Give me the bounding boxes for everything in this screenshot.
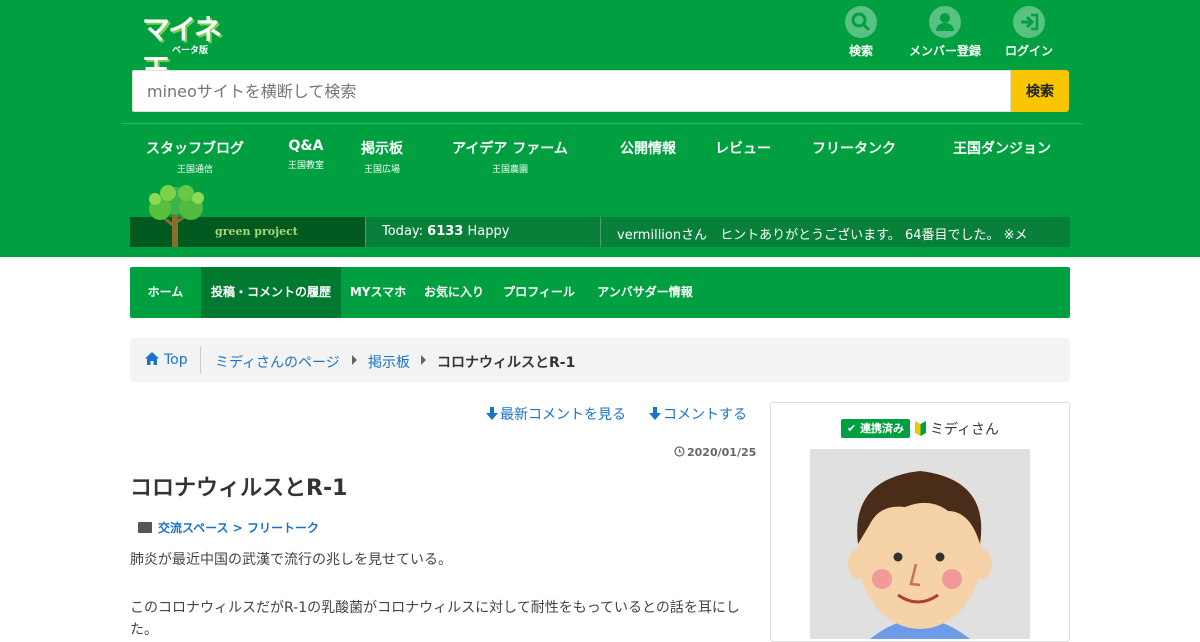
nav-board[interactable]: 掲示板 王国広場 <box>352 138 412 175</box>
profile-username[interactable]: ミディさん <box>930 419 999 439</box>
post-body-line: このコロナウィルスだがR-1の乳酸菌がコロナウィルスに対して耐性をもっているとの… <box>130 600 740 616</box>
nav-review[interactable]: レビュー <box>707 138 779 158</box>
linked-badge-label: 連携済み <box>860 422 905 435</box>
mineo-logo[interactable]: マイネ王 ベータ版 <box>140 8 240 86</box>
breadcrumb-board[interactable]: 掲示板 <box>368 352 410 372</box>
nav-idea-farm[interactable]: アイデア ファーム 王国農園 <box>440 138 580 175</box>
nav-title: スタッフブログ <box>146 141 244 157</box>
arrow-down-icon <box>486 407 498 424</box>
nav-free-tank[interactable]: フリータンク <box>804 138 904 158</box>
breadcrumb-current: コロナウィルスとR-1 <box>437 355 576 371</box>
header-login-button[interactable]: ログイン <box>984 6 1074 59</box>
nav-title: 王国ダンジョン <box>953 141 1051 157</box>
nav-dungeon[interactable]: 王国ダンジョン <box>944 138 1060 158</box>
nav-subtitle: 王国教室 <box>287 161 324 171</box>
site-search-button[interactable]: 検索 <box>1011 70 1069 112</box>
nav-subtitle: 王国通信 <box>176 165 213 175</box>
chevron-right-icon <box>421 355 426 365</box>
profile-card: ✔ 連携済み ミディさん <box>770 402 1070 642</box>
nav-title: レビュー <box>715 141 771 157</box>
breadcrumb: Top ミディさんのページ 掲示板 コロナウィルスとR-1 <box>130 338 1070 382</box>
post-body-line: 肺炎が最近中国の武漢で流行の兆しを見せている。 <box>130 552 452 568</box>
user-icon <box>929 6 961 38</box>
arrow-down-icon <box>649 407 661 424</box>
subnav-my-smartphone[interactable]: MYスマホ <box>341 267 415 318</box>
comment-label: コメントする <box>663 407 747 423</box>
nav-subtitle: 王国広場 <box>363 165 400 175</box>
nav-staff-blog[interactable]: スタッフブログ 王国通信 <box>138 138 252 175</box>
nav-title: フリータンク <box>812 141 896 157</box>
today-suffix: Happy <box>467 224 510 239</box>
linked-icon: ✔ <box>847 422 857 435</box>
header-search-label: 検索 <box>848 44 873 58</box>
breadcrumb-home[interactable]: Top <box>144 351 188 370</box>
nav-title: 公開情報 <box>620 141 676 157</box>
site-search-input[interactable] <box>132 70 1011 112</box>
nav-subtitle: 王国農園 <box>491 165 528 175</box>
post-category-label: 交流スペース > フリートーク <box>158 521 319 535</box>
post-category-link[interactable]: 交流スペース > フリートーク <box>138 519 319 536</box>
subnav-ambassador-info[interactable]: アンバサダー情報 <box>585 267 705 318</box>
login-icon <box>1013 6 1045 38</box>
nav-title: 掲示板 <box>361 141 403 157</box>
breadcrumb-user-page[interactable]: ミディさんのページ <box>215 352 340 372</box>
nav-divider <box>122 123 1082 124</box>
subnav-post-history[interactable]: 投稿・コメントの履歴 <box>201 267 341 318</box>
latest-comment-link[interactable]: 最新コメントを見る <box>486 404 626 424</box>
bar-divider <box>365 217 366 247</box>
nav-qa[interactable]: Q&A 王国教室 <box>276 138 336 171</box>
folder-icon <box>138 522 152 533</box>
comment-link[interactable]: コメントする <box>649 404 747 424</box>
breadcrumb-home-label: Top <box>164 352 188 368</box>
tree-icon <box>143 183 209 249</box>
avatar[interactable] <box>810 449 1030 639</box>
chevron-right-icon <box>352 355 357 365</box>
header-search-button[interactable]: 検索 <box>816 6 906 59</box>
member-subnav: ホーム 投稿・コメントの履歴 MYスマホ お気に入り プロフィール アンバサダー… <box>130 267 1070 318</box>
site-header: マイネ王 ベータ版 検索 メンバー登録 ログイン 検索 スタッフブログ 王国通信… <box>0 0 1200 257</box>
subnav-favorites[interactable]: お気に入り <box>415 267 493 318</box>
post-date: 2020/01/25 <box>674 446 756 460</box>
header-login-label: ログイン <box>1004 44 1053 58</box>
home-icon <box>144 351 160 370</box>
header-register-button[interactable]: メンバー登録 <box>900 6 990 59</box>
nav-title: アイデア ファーム <box>452 141 568 157</box>
nav-title: Q&A <box>288 138 324 154</box>
beginner-mark-icon <box>915 421 926 436</box>
green-project-bar: green project Today: 6133 Happy vermilli… <box>130 217 1070 247</box>
linked-badge: ✔ 連携済み <box>841 419 911 438</box>
post-title: コロナウィルスとR-1 <box>130 476 348 501</box>
bar-divider <box>600 217 601 247</box>
search-icon <box>845 6 877 38</box>
post-date-value: 2020/01/25 <box>687 446 757 459</box>
nav-public-info[interactable]: 公開情報 <box>612 138 684 158</box>
post-body-line: た。 <box>130 622 158 638</box>
news-ticker[interactable]: vermillionさん ヒントありがとうございます。 64番目でした。 ※メ <box>617 224 1057 243</box>
clock-icon <box>674 446 685 460</box>
latest-comment-label: 最新コメントを見る <box>500 407 626 423</box>
green-project-label: green project <box>215 225 298 238</box>
today-count: 6133 <box>427 224 464 239</box>
logo-beta-label: ベータ版 <box>172 46 209 56</box>
subnav-home[interactable]: ホーム <box>130 267 201 318</box>
today-prefix: Today: <box>382 224 424 239</box>
today-happy-counter: Today: 6133 Happy <box>382 224 509 239</box>
subnav-profile[interactable]: プロフィール <box>493 267 585 318</box>
breadcrumb-separator <box>200 346 201 374</box>
header-register-label: メンバー登録 <box>908 44 981 58</box>
